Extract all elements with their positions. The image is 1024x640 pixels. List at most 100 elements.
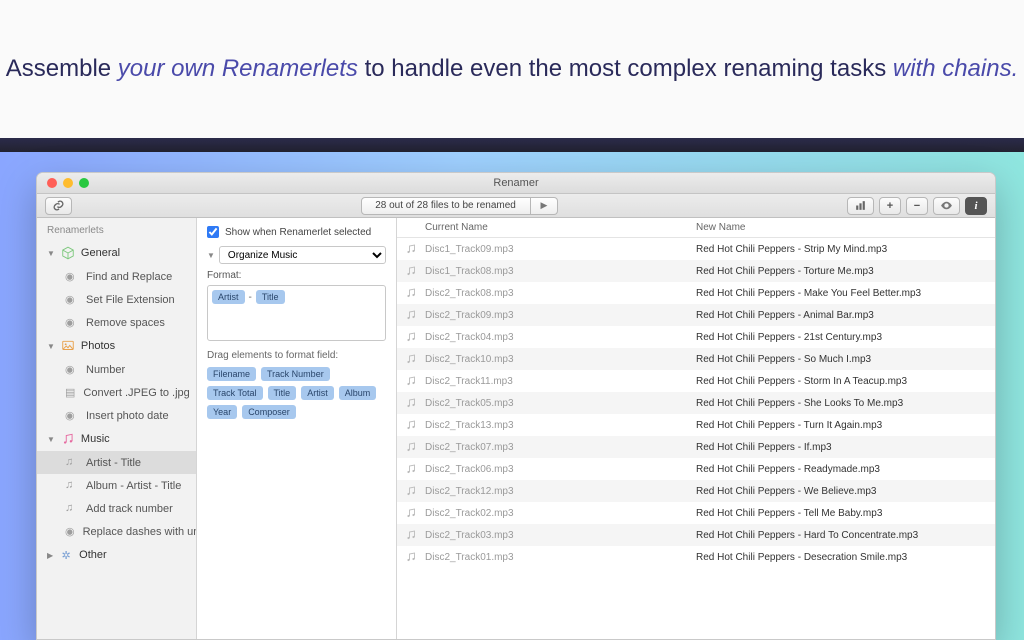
table-row[interactable]: Disc2_Track02.mp3Red Hot Chili Peppers -… xyxy=(397,502,995,524)
globe-icon: ◉ xyxy=(65,409,78,422)
divider-gradient xyxy=(0,138,1024,152)
sidebar-item[interactable]: ◉Insert photo date xyxy=(37,404,196,427)
sidebar-item-selected[interactable]: ♫Artist - Title xyxy=(37,451,196,474)
pool-tag[interactable]: Track Number xyxy=(261,367,330,381)
music-note-icon xyxy=(405,287,417,299)
table-row[interactable]: Disc2_Track04.mp3Red Hot Chili Peppers -… xyxy=(397,326,995,348)
globe-icon: ◉ xyxy=(65,316,78,329)
pool-tag[interactable]: Artist xyxy=(301,386,334,400)
current-name: Disc2_Track10.mp3 xyxy=(425,354,514,365)
table-row[interactable]: Disc2_Track05.mp3 Red Hot Chili Peppers -… xyxy=(397,392,995,414)
music-note-icon xyxy=(405,419,417,431)
table-row[interactable]: Disc1_Track09.mp3Red Hot Chili Peppers -… xyxy=(397,238,995,260)
format-separator: - xyxy=(249,290,252,306)
new-name: Red Hot Chili Peppers - Turn It Again.mp… xyxy=(696,420,995,431)
sidebar-group-title[interactable]: ▼ Photos xyxy=(37,334,196,358)
new-name: Red Hot Chili Peppers - We Believe.mp3 xyxy=(696,486,995,497)
column-headers: Current Name New Name xyxy=(397,218,995,238)
app-window: Renamer 28 out of 28 files to be renamed… xyxy=(36,172,996,640)
sidebar-group-music: ▼ Music ♫Artist - Title ♫Album - Artist … xyxy=(37,427,196,543)
format-field[interactable]: Artist - Title xyxy=(207,285,386,341)
progress-pill[interactable]: 28 out of 28 files to be renamed ▶ xyxy=(361,197,559,215)
pool-tag[interactable]: Track Total xyxy=(207,386,263,400)
music-icon xyxy=(61,432,75,446)
table-row[interactable]: Disc2_Track09.mp3 Red Hot Chili Peppers -… xyxy=(397,304,995,326)
current-name: Disc2_Track09.mp3 xyxy=(425,310,514,321)
table-row[interactable]: Disc2_Track07.mp3Red Hot Chili Peppers -… xyxy=(397,436,995,458)
music-note-icon xyxy=(405,463,417,475)
current-name: Disc2_Track05.mp3 xyxy=(425,398,514,409)
format-tag[interactable]: Artist xyxy=(212,290,245,304)
sidebar-item[interactable]: ♫Album - Artist - Title xyxy=(37,474,196,497)
table-row[interactable]: Disc2_Track10.mp3 Red Hot Chili Peppers -… xyxy=(397,348,995,370)
file-list: Current Name New Name Disc1_Track09.mp3R… xyxy=(397,218,995,639)
new-name: Red Hot Chili Peppers - Hard To Concentr… xyxy=(696,530,995,541)
new-name: Red Hot Chili Peppers - So Much I.mp3 xyxy=(696,354,995,365)
new-name: Red Hot Chili Peppers - Desecration Smil… xyxy=(696,552,995,563)
chevron-right-icon: ▶ xyxy=(47,551,53,560)
play-button[interactable]: ▶ xyxy=(531,197,559,215)
new-name: Red Hot Chili Peppers - Animal Bar.mp3 xyxy=(696,310,995,321)
table-row[interactable]: Disc2_Track01.mp3 Red Hot Chili Peppers -… xyxy=(397,546,995,568)
music-note-icon xyxy=(405,375,417,387)
window-title: Renamer xyxy=(37,177,995,189)
music-note-icon xyxy=(405,397,417,409)
globe-icon: ◉ xyxy=(65,525,75,538)
sidebar-group-title[interactable]: ▼ General xyxy=(37,241,196,265)
sidebar-group-title[interactable]: ▶ ✲ Other xyxy=(37,543,196,567)
music-note-icon xyxy=(405,309,417,321)
table-row[interactable]: Disc2_Track11.mp3 Red Hot Chili Peppers -… xyxy=(397,370,995,392)
sidebar-item[interactable]: ◉Number xyxy=(37,358,196,381)
current-name: Disc2_Track01.mp3 xyxy=(425,552,514,563)
sidebar-group-title[interactable]: ▼ Music xyxy=(37,427,196,451)
sidebar-item[interactable]: ◉Remove spaces xyxy=(37,311,196,334)
show-when-selected-checkbox[interactable]: Show when Renamerlet selected xyxy=(207,226,386,238)
new-name: Red Hot Chili Peppers - 21st Century.mp3 xyxy=(696,332,995,343)
sidebar-item[interactable]: ◉Replace dashes with unde… xyxy=(37,520,196,543)
table-row[interactable]: Disc2_Track12.mp3Red Hot Chili Peppers -… xyxy=(397,480,995,502)
music-note-icon xyxy=(405,265,417,277)
music-note-icon xyxy=(405,485,417,497)
pool-tag[interactable]: Filename xyxy=(207,367,256,381)
sidebar: Renamerlets ▼ General ◉Find and Replace … xyxy=(37,218,197,639)
pool-tag[interactable]: Title xyxy=(268,386,297,400)
bar-chart-icon xyxy=(854,199,867,212)
chevron-down-icon: ▼ xyxy=(47,435,55,444)
table-row[interactable]: Disc1_Track08.mp3Red Hot Chili Peppers -… xyxy=(397,260,995,282)
new-name: Red Hot Chili Peppers - Tell Me Baby.mp3 xyxy=(696,508,995,519)
format-label: Format: xyxy=(207,270,386,281)
table-row[interactable]: Disc2_Track03.mp3 Red Hot Chili Peppers -… xyxy=(397,524,995,546)
col-new-name[interactable]: New Name xyxy=(696,222,995,233)
pool-tag[interactable]: Album xyxy=(339,386,377,400)
format-tag[interactable]: Title xyxy=(256,290,285,304)
col-current-name[interactable]: Current Name xyxy=(397,222,696,233)
table-row[interactable]: Disc2_Track06.mp3Red Hot Chili Peppers -… xyxy=(397,458,995,480)
sidebar-group-other: ▶ ✲ Other xyxy=(37,543,196,567)
table-row[interactable]: Disc2_Track13.mp3Red Hot Chili Peppers -… xyxy=(397,414,995,436)
link-button[interactable] xyxy=(45,197,72,215)
pool-tag[interactable]: Composer xyxy=(242,405,296,419)
stats-button[interactable] xyxy=(847,197,874,215)
table-row[interactable]: Disc2_Track08.mp3Red Hot Chili Peppers -… xyxy=(397,282,995,304)
preview-button[interactable] xyxy=(933,197,960,215)
current-name: Disc2_Track06.mp3 xyxy=(425,464,514,475)
page-icon: ▤ xyxy=(65,386,75,399)
new-name: Red Hot Chili Peppers - She Looks To Me.… xyxy=(696,398,995,409)
remove-button[interactable]: − xyxy=(906,197,928,215)
pool-tag[interactable]: Year xyxy=(207,405,237,419)
titlebar[interactable]: Renamer xyxy=(37,173,995,194)
globe-icon: ◉ xyxy=(65,270,78,283)
new-name: Red Hot Chili Peppers - Storm In A Teacu… xyxy=(696,376,995,387)
globe-icon: ◉ xyxy=(65,363,78,376)
sidebar-item[interactable]: ♫Add track number xyxy=(37,497,196,520)
action-select[interactable]: Organize Music xyxy=(219,246,386,264)
music-note-icon xyxy=(405,441,417,453)
sidebar-item[interactable]: ◉Set File Extension xyxy=(37,288,196,311)
add-button[interactable]: + xyxy=(879,197,901,215)
info-button[interactable]: i xyxy=(965,197,987,215)
hero-heading: Assemble your own Renamerlets to handle … xyxy=(0,0,1024,138)
current-name: Disc2_Track11.mp3 xyxy=(425,376,513,387)
sidebar-item[interactable]: ▤Convert .JPEG to .jpg xyxy=(37,381,196,404)
sidebar-item[interactable]: ◉Find and Replace xyxy=(37,265,196,288)
current-name: Disc2_Track03.mp3 xyxy=(425,530,514,541)
